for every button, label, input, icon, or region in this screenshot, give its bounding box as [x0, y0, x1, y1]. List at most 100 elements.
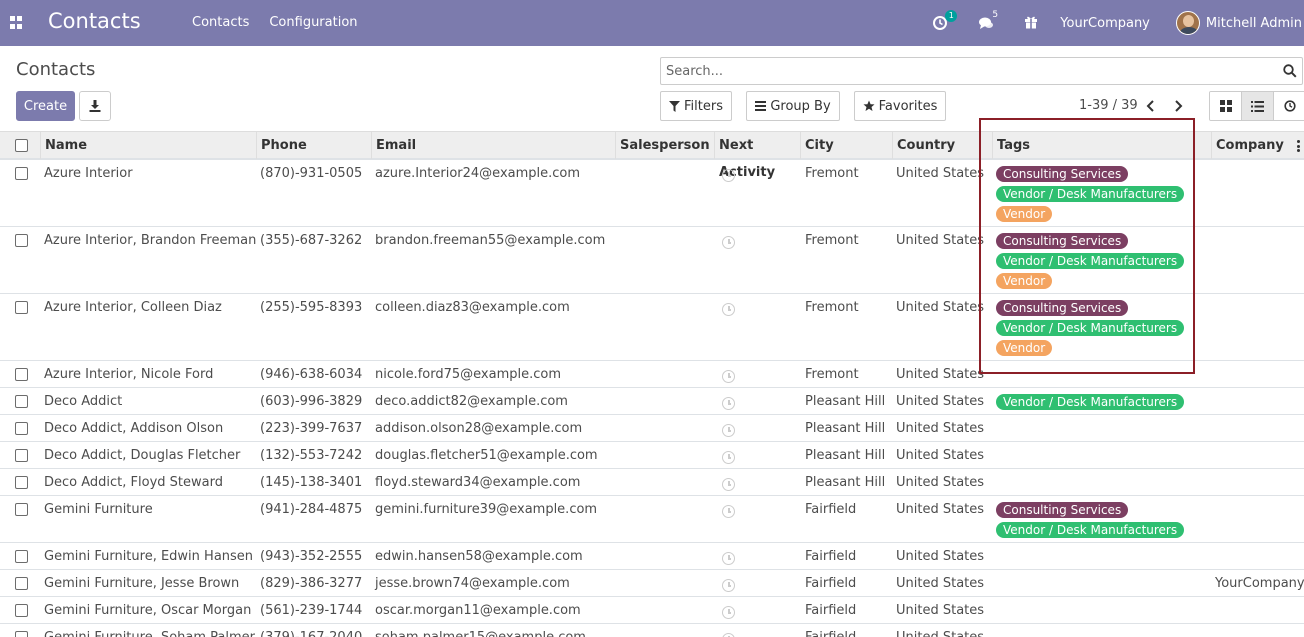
search-icon[interactable] — [1283, 64, 1297, 78]
table-row[interactable]: Deco Addict, Floyd Steward (145)-138-3401… — [0, 469, 1304, 496]
cell-email: douglas.fletcher51@example.com — [375, 448, 598, 463]
tag-badge: Vendor — [996, 340, 1053, 356]
filters-button[interactable]: Filters — [660, 91, 732, 121]
table-row[interactable]: Deco Addict, Douglas Fletcher (132)-553-7… — [0, 442, 1304, 469]
view-switcher — [1209, 91, 1304, 121]
cell-name: Gemini Furniture, Oscar Morgan — [44, 603, 252, 618]
user-menu[interactable]: Mitchell Admin — [1206, 16, 1302, 31]
activity-clock-icon[interactable] — [722, 579, 735, 592]
column-header-country[interactable]: Country — [892, 132, 992, 159]
create-button[interactable]: Create — [16, 91, 75, 121]
table-row[interactable]: Azure Interior, Brandon Freeman (355)-687… — [0, 227, 1304, 294]
table-row[interactable]: Azure Interior (870)-931-0505 azure.Interi… — [0, 160, 1304, 227]
activity-clock-icon[interactable] — [722, 397, 735, 410]
tag-list: Vendor / Desk Manufacturers — [996, 394, 1185, 410]
activity-clock-icon[interactable] — [722, 451, 735, 464]
column-header-city[interactable]: City — [800, 132, 892, 159]
tag-badge: Vendor / Desk Manufacturers — [996, 394, 1185, 410]
row-checkbox[interactable] — [15, 550, 28, 563]
gift-icon[interactable] — [1024, 15, 1040, 31]
chevron-right-icon — [1174, 100, 1182, 112]
company-switcher[interactable]: YourCompany — [1060, 16, 1150, 31]
row-checkbox[interactable] — [15, 301, 28, 314]
table-row[interactable]: Gemini Furniture, Edwin Hansen (943)-352-… — [0, 543, 1304, 570]
row-checkbox[interactable] — [15, 368, 28, 381]
cell-name: Gemini Furniture, Edwin Hansen — [44, 549, 254, 564]
menu-item-configuration[interactable]: Configuration — [269, 15, 357, 30]
search-input[interactable] — [661, 58, 1271, 84]
column-header-company[interactable]: Company — [1211, 132, 1304, 159]
cell-phone: (132)-553-7242 — [260, 448, 363, 463]
row-checkbox[interactable] — [15, 604, 28, 617]
cell-phone: (379)-167-2040 — [260, 630, 362, 637]
row-checkbox[interactable] — [15, 167, 28, 180]
column-header-next-activity[interactable]: Next Activity — [714, 132, 800, 180]
group-by-label: Group By — [770, 98, 831, 114]
activity-clock-icon[interactable] — [722, 370, 735, 383]
activity-clock-icon[interactable] — [722, 633, 735, 637]
app-title[interactable]: Contacts — [48, 9, 141, 33]
cell-name: Azure Interior, Colleen Diaz — [44, 300, 222, 315]
pager-previous-button[interactable] — [1141, 97, 1159, 115]
table-row[interactable]: Gemini Furniture, Jesse Brown (829)-386-3… — [0, 570, 1304, 597]
table-row[interactable]: Gemini Furniture (941)-284-4875 gemini.fur… — [0, 496, 1304, 543]
list-view-button[interactable] — [1242, 92, 1274, 120]
cell-city: Fairfield — [805, 502, 857, 517]
activity-view-button[interactable] — [1274, 92, 1304, 120]
table-row[interactable]: Gemini Furniture, Soham Palmer (379)-167-… — [0, 624, 1304, 637]
search-bar — [660, 57, 1303, 85]
cell-phone: (943)-352-2555 — [260, 549, 363, 564]
cell-phone: (870)-931-0505 — [260, 166, 363, 181]
chevron-left-icon — [1146, 100, 1154, 112]
activity-clock-icon[interactable] — [722, 606, 735, 619]
cell-name: Azure Interior — [44, 166, 133, 181]
row-checkbox[interactable] — [15, 449, 28, 462]
menu-item-contacts[interactable]: Contacts — [192, 15, 249, 30]
column-header-email[interactable]: Email — [371, 132, 615, 159]
activity-clock-icon[interactable]: 1 — [932, 10, 958, 31]
tag-list: Consulting Services Vendor / Desk Manufac… — [996, 300, 1185, 356]
table-row[interactable]: Deco Addict (603)-996-3829 deco.addict82@e… — [0, 388, 1304, 415]
star-icon — [863, 100, 875, 111]
row-checkbox[interactable] — [15, 395, 28, 408]
tag-badge: Consulting Services — [996, 502, 1129, 518]
activity-clock-icon[interactable] — [722, 505, 735, 518]
optional-columns-icon[interactable] — [1297, 140, 1300, 152]
row-checkbox[interactable] — [15, 577, 28, 590]
row-checkbox[interactable] — [15, 503, 28, 516]
column-header-phone[interactable]: Phone — [256, 132, 371, 159]
favorites-button[interactable]: Favorites — [854, 91, 946, 121]
group-by-button[interactable]: Group By — [746, 91, 840, 121]
row-checkbox[interactable] — [15, 631, 28, 637]
cell-city: Fairfield — [805, 576, 857, 591]
table-row[interactable]: Gemini Furniture, Oscar Morgan (561)-239-… — [0, 597, 1304, 624]
cell-name: Deco Addict — [44, 394, 123, 409]
activity-clock-icon[interactable] — [722, 424, 735, 437]
column-header-name[interactable]: Name — [40, 132, 256, 159]
activity-clock-icon[interactable] — [722, 236, 735, 249]
cell-city: Fairfield — [805, 630, 856, 637]
column-header-salesperson[interactable]: Salesperson — [615, 132, 714, 159]
pager-next-button[interactable] — [1169, 97, 1187, 115]
cell-name: Deco Addict, Douglas Fletcher — [44, 448, 241, 463]
table-row[interactable]: Azure Interior, Nicole Ford (946)-638-603… — [0, 361, 1304, 388]
row-checkbox[interactable] — [15, 476, 28, 489]
messages-icon[interactable]: 5 — [978, 10, 998, 31]
table-row[interactable]: Deco Addict, Addison Olson (223)-399-7637… — [0, 415, 1304, 442]
activity-clock-icon[interactable] — [722, 478, 735, 491]
row-checkbox[interactable] — [15, 234, 28, 247]
apps-menu-icon[interactable] — [10, 16, 23, 29]
activity-clock-icon[interactable] — [722, 552, 735, 565]
kanban-view-button[interactable] — [1210, 92, 1242, 120]
export-button[interactable] — [79, 91, 111, 121]
select-all-checkbox[interactable] — [15, 139, 28, 152]
pager-value[interactable]: 1-39 / 39 — [1079, 98, 1138, 113]
cell-company: YourCompany — [1215, 576, 1304, 591]
activity-clock-icon[interactable] — [722, 303, 735, 316]
column-header-tags[interactable]: Tags — [992, 132, 1211, 159]
cell-email: oscar.morgan11@example.com — [375, 603, 581, 618]
user-avatar[interactable] — [1175, 11, 1200, 35]
activity-clock-icon[interactable] — [722, 169, 735, 182]
table-row[interactable]: Azure Interior, Colleen Diaz (255)-595-83… — [0, 294, 1304, 361]
row-checkbox[interactable] — [15, 422, 28, 435]
